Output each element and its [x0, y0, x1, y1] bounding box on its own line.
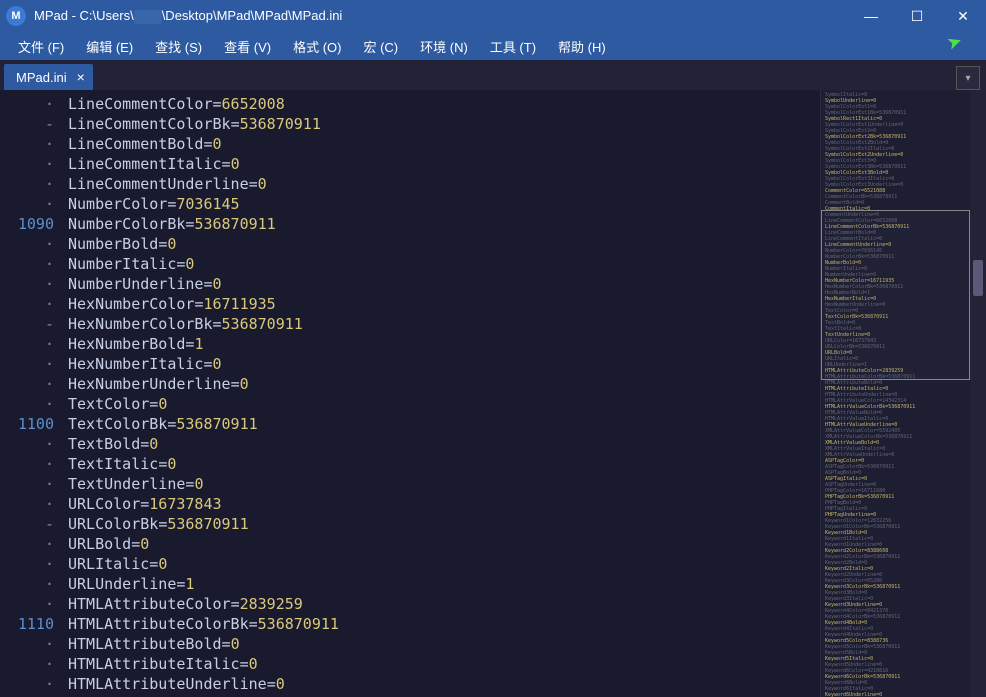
code-line[interactable]: LineCommentBold=0 — [68, 134, 820, 154]
menu-tools[interactable]: 工具 (T) — [480, 34, 546, 59]
code-area[interactable]: LineCommentColor=6652008LineCommentColor… — [62, 94, 820, 697]
menu-help[interactable]: 帮助 (H) — [548, 34, 616, 59]
minimize-button[interactable]: — — [848, 0, 894, 32]
window-title: MPad - C:\Users\\Desktop\MPad\MPad\MPad.… — [32, 8, 848, 24]
code-line[interactable]: NumberColor=7036145 — [68, 194, 820, 214]
gutter-marker: - — [0, 514, 54, 534]
gutter-marker: · — [0, 334, 54, 354]
gutter-marker: 1100 — [0, 414, 54, 434]
editor[interactable]: ·-····1090····-····1100····-····1110··· … — [0, 90, 820, 697]
menu-env[interactable]: 环境 (N) — [410, 34, 478, 59]
workspace: ·-····1090····-····1100····-····1110··· … — [0, 90, 986, 697]
code-line[interactable]: URLUnderline=1 — [68, 574, 820, 594]
gutter-marker: 1110 — [0, 614, 54, 634]
code-line[interactable]: LineCommentUnderline=0 — [68, 174, 820, 194]
tab-close-icon[interactable]: × — [77, 69, 85, 85]
gutter-marker: · — [0, 234, 54, 254]
gutter-marker: · — [0, 674, 54, 694]
code-line[interactable]: URLBold=0 — [68, 534, 820, 554]
minimap-line: Keyword6Underline=0 — [825, 692, 966, 697]
gutter-marker: · — [0, 654, 54, 674]
code-line[interactable]: HTMLAttributeColor=2839259 — [68, 594, 820, 614]
gutter-marker: · — [0, 294, 54, 314]
code-line[interactable]: HexNumberItalic=0 — [68, 354, 820, 374]
code-line[interactable]: LineCommentItalic=0 — [68, 154, 820, 174]
gutter-marker: · — [0, 374, 54, 394]
gutter-marker: · — [0, 554, 54, 574]
gutter-marker: · — [0, 594, 54, 614]
gutter-marker: · — [0, 134, 54, 154]
gutter-marker: · — [0, 354, 54, 374]
gutter-marker: · — [0, 454, 54, 474]
tab-dropdown-button[interactable]: ▾ — [956, 66, 980, 90]
gutter-marker: - — [0, 314, 54, 334]
menu-format[interactable]: 格式 (O) — [283, 34, 351, 59]
code-line[interactable]: HTMLAttributeUnderline=0 — [68, 674, 820, 694]
gutter-marker: · — [0, 154, 54, 174]
gutter-marker: · — [0, 634, 54, 654]
close-button[interactable]: ✕ — [940, 0, 986, 32]
gutter-marker: · — [0, 94, 54, 114]
scroll-thumb[interactable] — [973, 260, 983, 296]
code-line[interactable]: LineCommentColorBk=536870911 — [68, 114, 820, 134]
code-line[interactable]: URLColor=16737843 — [68, 494, 820, 514]
gutter-marker: · — [0, 194, 54, 214]
code-line[interactable]: URLItalic=0 — [68, 554, 820, 574]
gutter-marker: · — [0, 434, 54, 454]
minimap[interactable]: SymbolItalic=0SymbolUnderline=0SymbolCol… — [820, 90, 970, 697]
code-line[interactable]: HexNumberColor=16711935 — [68, 294, 820, 314]
code-line[interactable]: HexNumberUnderline=0 — [68, 374, 820, 394]
scrollbar[interactable] — [970, 90, 986, 697]
tab-active[interactable]: MPad.ini × — [4, 64, 93, 90]
gutter-marker: · — [0, 534, 54, 554]
menu-view[interactable]: 查看 (V) — [214, 34, 281, 59]
code-line[interactable]: TextColor=0 — [68, 394, 820, 414]
code-line[interactable]: HexNumberBold=1 — [68, 334, 820, 354]
menu-macro[interactable]: 宏 (C) — [353, 34, 408, 59]
maximize-button[interactable]: ☐ — [894, 0, 940, 32]
code-line[interactable]: TextColorBk=536870911 — [68, 414, 820, 434]
gutter-marker: · — [0, 174, 54, 194]
code-line[interactable]: NumberItalic=0 — [68, 254, 820, 274]
code-line[interactable]: NumberUnderline=0 — [68, 274, 820, 294]
menubar: 文件 (F) 编辑 (E) 查找 (S) 查看 (V) 格式 (O) 宏 (C)… — [0, 32, 986, 60]
gutter-marker: · — [0, 254, 54, 274]
code-line[interactable]: NumberColorBk=536870911 — [68, 214, 820, 234]
code-line[interactable]: URLColorBk=536870911 — [68, 514, 820, 534]
gutter-marker: · — [0, 274, 54, 294]
redacted-username — [134, 10, 162, 24]
code-line[interactable]: TextUnderline=0 — [68, 474, 820, 494]
titlebar: M MPad - C:\Users\\Desktop\MPad\MPad\MPa… — [0, 0, 986, 32]
menu-edit[interactable]: 编辑 (E) — [76, 34, 143, 59]
gutter-marker: · — [0, 574, 54, 594]
gutter-marker: · — [0, 494, 54, 514]
minimap-viewport[interactable] — [821, 210, 970, 380]
menu-search[interactable]: 查找 (S) — [145, 34, 212, 59]
code-line[interactable]: HTMLAttributeBold=0 — [68, 634, 820, 654]
code-line[interactable]: NumberBold=0 — [68, 234, 820, 254]
gutter-marker: - — [0, 114, 54, 134]
code-line[interactable]: HTMLAttributeColorBk=536870911 — [68, 614, 820, 634]
tabbar: MPad.ini × ▾ — [0, 60, 986, 90]
tab-label: MPad.ini — [16, 70, 67, 85]
code-line[interactable]: TextBold=0 — [68, 434, 820, 454]
gutter-marker: 1090 — [0, 214, 54, 234]
menu-file[interactable]: 文件 (F) — [8, 34, 74, 59]
code-line[interactable]: TextItalic=0 — [68, 454, 820, 474]
code-line[interactable]: HTMLAttributeItalic=0 — [68, 654, 820, 674]
app-icon: M — [6, 6, 26, 26]
code-line[interactable]: LineCommentColor=6652008 — [68, 94, 820, 114]
gutter: ·-····1090····-····1100····-····1110··· — [0, 94, 62, 697]
code-line[interactable]: HexNumberColorBk=536870911 — [68, 314, 820, 334]
gutter-marker: · — [0, 394, 54, 414]
gutter-marker: · — [0, 474, 54, 494]
